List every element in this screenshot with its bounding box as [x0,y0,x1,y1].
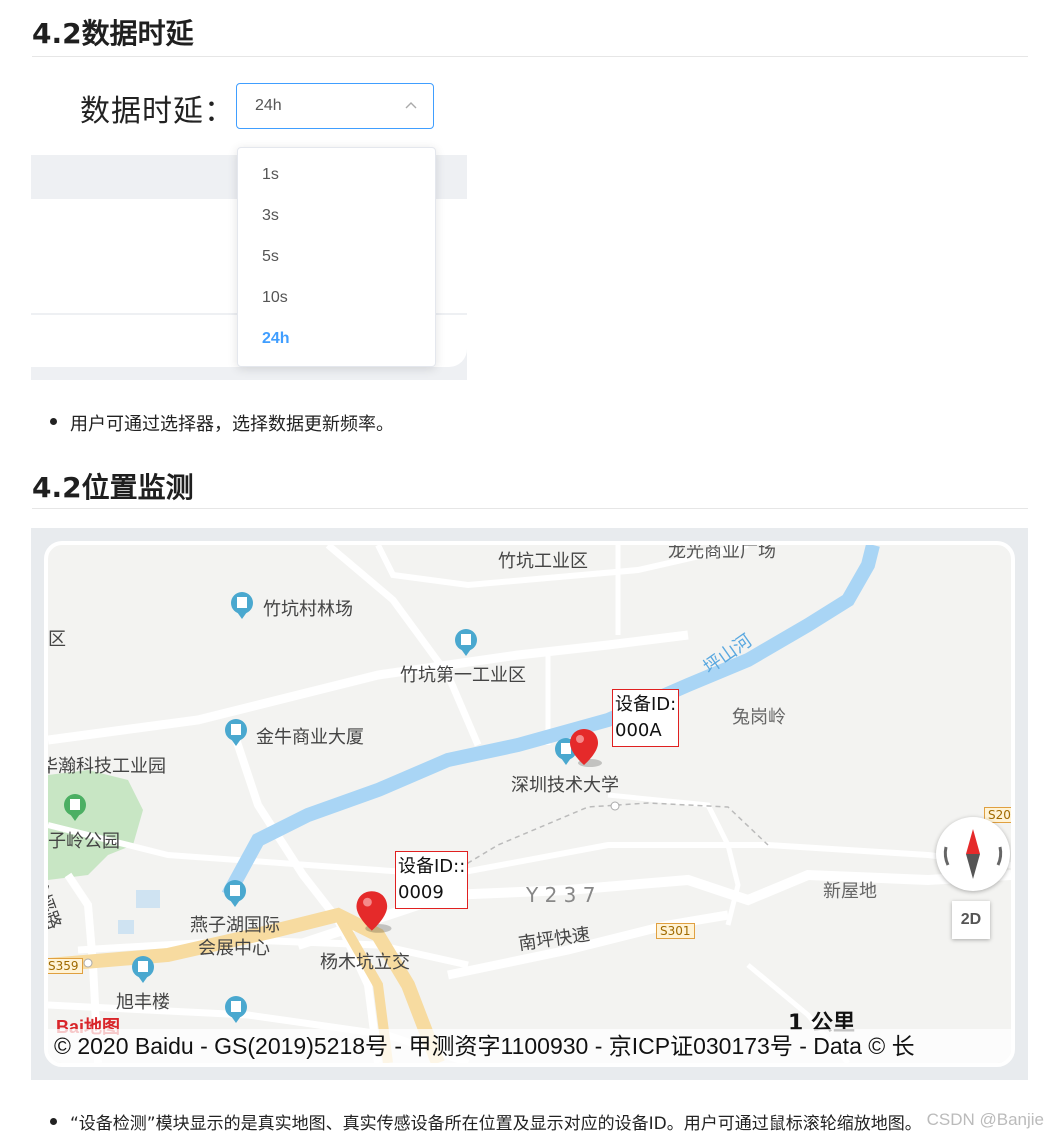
road-badge: S359 [48,958,83,974]
map-label: 竹坑工业区 [498,551,588,572]
map-copyright: © 2020 Baidu - GS(2019)5218号 - 甲测资字11009… [48,1029,1011,1063]
map-label: 竹坑第一工业区 [400,665,526,686]
park-icon[interactable] [64,794,86,821]
latency-label: 数据时延： [80,94,235,129]
section-heading-location: 4.2位置监测 [32,471,194,504]
poi-icon[interactable] [231,592,253,619]
road-badge: S301 [656,923,695,939]
poi-icon[interactable] [224,880,246,907]
section-heading-latency: 4.2数据时延 [32,17,194,50]
view-2d-button[interactable]: 2D [952,901,990,939]
map-label: 新屋地 [823,881,877,902]
baidu-map[interactable]: 竹坑工业区 龙光商业广场 竹坑村林场 区 竹坑第一工业区 坪山河 兔岗岭 金牛商… [44,541,1015,1067]
latency-description: 用户可通过选择器，选择数据更新频率。 [70,414,394,435]
bullet-dot [50,418,57,425]
map-label: 竹坑村林场 [263,599,353,620]
watermark: CSDN @Banjie [926,1110,1044,1129]
option-3s[interactable]: 3s [262,207,279,225]
option-1s[interactable]: 1s [262,166,279,184]
poi-icon[interactable] [225,996,247,1023]
map-label: 深圳技术大学 [511,775,619,796]
chevron-up-icon [405,102,417,109]
bullet-dot [50,1118,57,1125]
map-label: 杨木坑立交 [320,952,410,973]
poi-icon[interactable] [455,629,477,656]
latency-dropdown: 1s 3s 5s 10s 24h [237,147,436,367]
divider [32,56,1028,57]
poi-icon[interactable] [225,719,247,746]
map-label: 华瀚科技工业园 [44,756,166,777]
poi-icon[interactable] [132,956,154,983]
map-label: 金牛商业大厦 [256,727,364,748]
compass-icon[interactable] [936,817,1010,891]
device-label[interactable]: 设备ID:: 0009 [395,851,469,909]
map-base [48,545,1011,1063]
map-label: 旭丰楼 [116,992,170,1013]
map-label: 会展中心 [198,938,270,959]
map-label: Y 2 3 7 [526,883,596,907]
location-description: “设备检测”模块显示的是真实地图、真实传感设备所在位置及显示对应的设备ID。用户… [70,1114,922,1134]
map-marker-icon[interactable] [354,889,394,935]
map-label: 子岭公园 [48,831,120,852]
map-container: 竹坑工业区 龙光商业广场 竹坑村林场 区 竹坑第一工业区 坪山河 兔岗岭 金牛商… [31,528,1028,1080]
map-marker-icon[interactable] [568,727,604,769]
map-label: 龙光商业广场 [668,541,776,562]
latency-select[interactable]: 24h [236,83,434,129]
option-24h[interactable]: 24h [262,330,290,348]
device-label[interactable]: 设备ID: 000A [612,689,680,747]
map-label: 区 [48,629,66,650]
option-10s[interactable]: 10s [262,289,288,307]
divider [32,508,1028,509]
option-5s[interactable]: 5s [262,248,279,266]
map-label: 兔岗岭 [732,707,786,728]
select-value: 24h [255,97,282,114]
